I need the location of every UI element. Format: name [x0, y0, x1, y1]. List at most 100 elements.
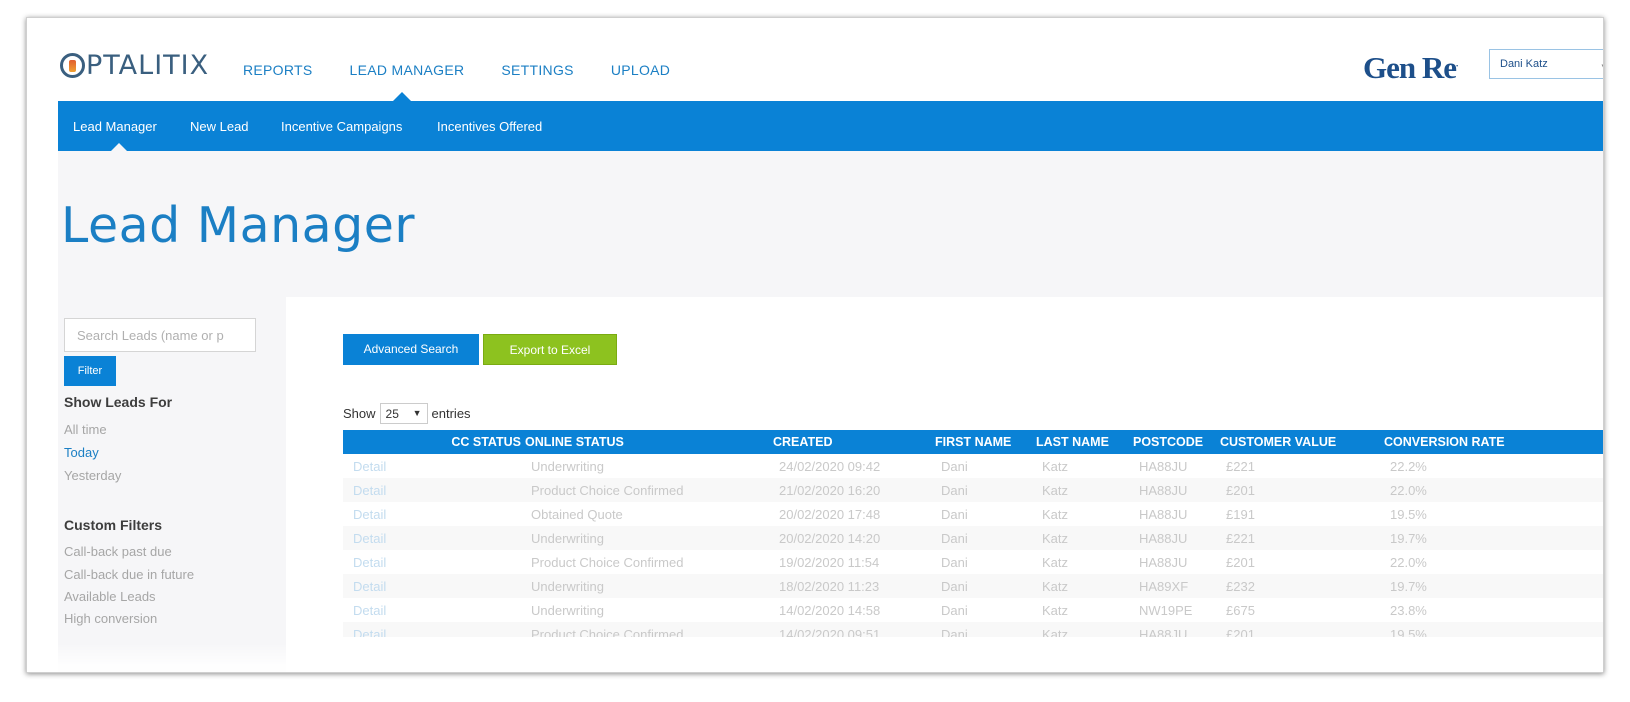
nav-reports[interactable]: REPORTS: [243, 62, 313, 78]
cell-last-name: Katz: [1042, 482, 1069, 498]
filter-button[interactable]: Filter: [64, 356, 116, 386]
leads-table: CC STATUS ONLINE STATUS CREATED FIRST NAME L…: [343, 430, 1603, 638]
entries-length-control: Show 25 ▼ entries: [343, 403, 471, 424]
cell-created: 14/02/2020 14:58: [779, 602, 881, 618]
cell-first-name: Dani: [941, 626, 968, 638]
cell-customer-value: £201: [1226, 626, 1255, 638]
cell-detail[interactable]: Detail: [343, 454, 435, 478]
table-row[interactable]: Detail Product Choice Confirmed 14/02/2020…: [343, 622, 1603, 638]
column-header-customer-value[interactable]: CUSTOMER VALUE: [1216, 430, 1380, 454]
cell-detail[interactable]: Detail: [343, 526, 435, 550]
cell-detail[interactable]: Detail: [343, 574, 435, 598]
cell-online-status: Product Choice Confirmed: [531, 554, 684, 570]
cell-detail[interactable]: Detail: [343, 598, 435, 622]
cell-last-name: Katz: [1042, 530, 1069, 546]
subnav-new-lead[interactable]: New Lead: [190, 119, 249, 134]
chevron-down-icon: ▾: [1601, 62, 1603, 70]
active-subnav-pointer: [111, 143, 127, 151]
user-name: Dani Katz: [1500, 58, 1548, 70]
cell-online-status: Underwriting: [531, 578, 604, 594]
cell-created: 18/02/2020 11:23: [779, 578, 880, 594]
table-row[interactable]: Detail Obtained Quote 20/02/2020 17:48 Dani…: [343, 502, 1603, 526]
cell-created: 20/02/2020 17:48: [779, 506, 881, 522]
nav-upload[interactable]: UPLOAD: [611, 62, 670, 78]
table-row[interactable]: Detail Underwriting 20/02/2020 14:20 Dani Ka…: [343, 526, 1603, 550]
cell-conversion-rate: 22.2%: [1390, 458, 1427, 474]
genre-logo-text: Gen Re: [1363, 50, 1457, 85]
filter-available-leads[interactable]: Available Leads: [64, 589, 156, 604]
cell-last-name: Katz: [1042, 458, 1069, 474]
logo-icon: [60, 52, 85, 78]
advanced-search-button[interactable]: Advanced Search: [343, 334, 479, 365]
filter-high-conversion[interactable]: High conversion: [64, 611, 157, 626]
entries-value: 25: [385, 407, 399, 421]
cell-conversion-rate: 19.5%: [1390, 626, 1427, 638]
cell-conversion-rate: 23.8%: [1390, 602, 1427, 618]
cell-detail[interactable]: Detail: [343, 550, 435, 574]
cell-detail[interactable]: Detail: [343, 502, 435, 526]
page-title: Lead Manager: [61, 197, 416, 254]
cell-customer-value: £221: [1226, 530, 1255, 546]
column-header-last-name[interactable]: LAST NAME: [1032, 430, 1129, 454]
cell-postcode: NW19PE: [1139, 602, 1193, 618]
table-row[interactable]: Detail Underwriting 18/02/2020 11:23 Dani Ka…: [343, 574, 1603, 598]
table-row[interactable]: Detail Product Choice Confirmed 19/02/2020…: [343, 550, 1603, 574]
cell-cc-status: [435, 502, 521, 526]
optalitix-logo[interactable]: PTALITIX: [60, 45, 209, 85]
active-nav-pointer: [393, 92, 411, 101]
filter-yesterday[interactable]: Yesterday: [64, 468, 121, 483]
cell-cc-status: [435, 622, 521, 637]
cell-online-status: Underwriting: [531, 458, 604, 474]
cell-postcode: HA88JU: [1139, 530, 1188, 546]
show-leads-heading: Show Leads For: [64, 394, 173, 410]
cell-first-name: Dani: [941, 602, 968, 618]
cell-online-status: Product Choice Confirmed: [531, 482, 684, 498]
subnav-lead-manager[interactable]: Lead Manager: [73, 119, 157, 134]
cell-customer-value: £675: [1226, 602, 1255, 618]
column-header-postcode[interactable]: POSTCODE: [1129, 430, 1216, 454]
column-header-detail[interactable]: [343, 430, 435, 454]
column-header-created[interactable]: CREATED: [769, 430, 931, 454]
table-row[interactable]: Detail Underwriting 14/02/2020 14:58 Dani Ka…: [343, 598, 1603, 622]
cell-postcode: HA88JU: [1139, 506, 1188, 522]
cell-customer-value: £201: [1226, 554, 1255, 570]
cell-customer-value: £232: [1226, 578, 1255, 594]
column-header-first-name[interactable]: FIRST NAME: [931, 430, 1032, 454]
filter-all-time[interactable]: All time: [64, 422, 107, 437]
filter-callback-future[interactable]: Call-back due in future: [64, 567, 194, 582]
cell-postcode: HA88JU: [1139, 458, 1188, 474]
cell-online-status: Product Choice Confirmed: [531, 626, 684, 638]
cell-conversion-rate: 19.5%: [1390, 506, 1427, 522]
sub-nav: Lead Manager New Lead Incentive Campaign…: [58, 101, 1603, 151]
export-excel-button[interactable]: Export to Excel: [483, 334, 617, 365]
filter-callback-past-due[interactable]: Call-back past due: [64, 544, 172, 559]
cell-cc-status: [435, 574, 521, 598]
entries-select[interactable]: 25 ▼: [379, 403, 428, 424]
search-input[interactable]: Search Leads (name or p: [64, 318, 256, 352]
filter-today[interactable]: Today: [64, 445, 99, 460]
cell-postcode: HA88JU: [1139, 626, 1188, 638]
cell-created: 21/02/2020 16:20: [779, 482, 881, 498]
nav-settings[interactable]: SETTINGS: [501, 62, 573, 78]
cell-customer-value: £201: [1226, 482, 1255, 498]
cell-created: 20/02/2020 14:20: [779, 530, 881, 546]
table-row[interactable]: Detail Underwriting 24/02/2020 09:42 Dani Ka…: [343, 454, 1603, 478]
subnav-incentive-campaigns[interactable]: Incentive Campaigns: [281, 119, 402, 134]
cell-cc-status: [435, 454, 521, 478]
cell-last-name: Katz: [1042, 506, 1069, 522]
cell-cc-status: [435, 478, 521, 502]
cell-cc-status: [435, 550, 521, 574]
subnav-incentives-offered[interactable]: Incentives Offered: [437, 119, 542, 134]
cell-detail[interactable]: Detail: [343, 478, 435, 502]
nav-lead-manager[interactable]: LEAD MANAGER: [350, 62, 465, 78]
column-header-conversion-rate[interactable]: CONVERSION RATE: [1380, 430, 1603, 454]
cell-conversion-rate: 19.7%: [1390, 578, 1427, 594]
cell-detail[interactable]: Detail: [343, 622, 435, 638]
user-menu[interactable]: Dani Katz ▾: [1489, 49, 1603, 79]
cell-created: 24/02/2020 09:42: [779, 458, 881, 474]
table-row[interactable]: Detail Product Choice Confirmed 21/02/2020…: [343, 478, 1603, 502]
cell-online-status: Obtained Quote: [531, 506, 623, 522]
cell-customer-value: £221: [1226, 458, 1255, 474]
column-header-online-status[interactable]: ONLINE STATUS: [521, 430, 769, 454]
column-header-cc-status[interactable]: CC STATUS: [435, 430, 521, 454]
